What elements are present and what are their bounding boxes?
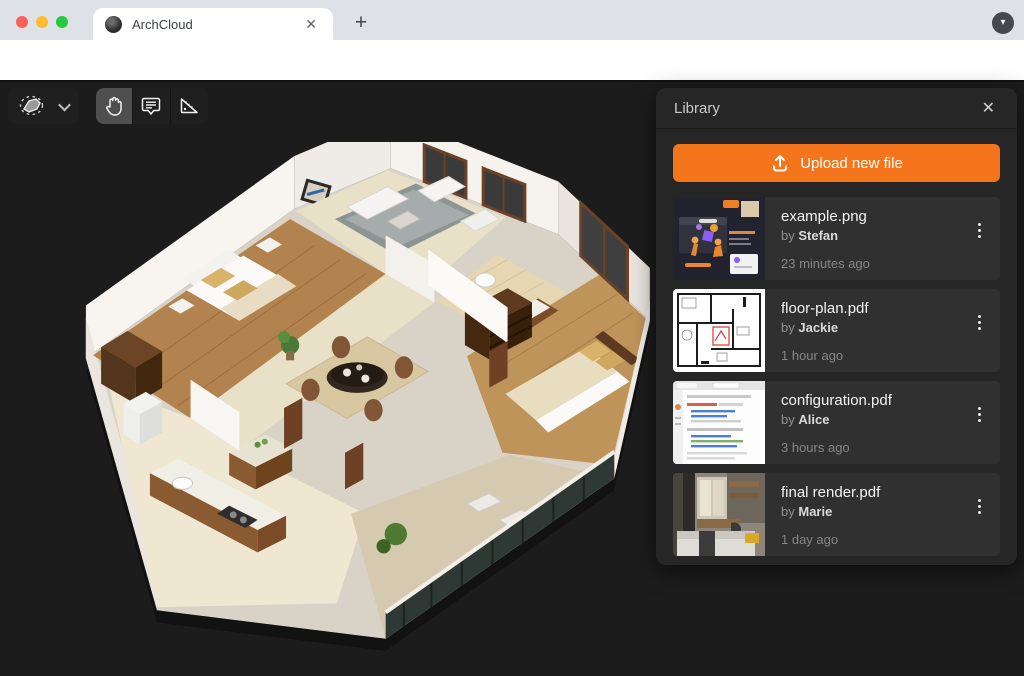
library-panel: Library ✕ Upload new file — [656, 88, 1017, 565]
tab-title: ArchCloud — [132, 17, 301, 32]
file-author: Jackie — [798, 320, 838, 335]
file-name: example.png — [781, 208, 958, 225]
upload-button-label: Upload new file — [800, 155, 903, 172]
file-name: floor-plan.pdf — [781, 300, 958, 317]
by-label: by — [781, 504, 795, 519]
file-timestamp: 3 hours ago — [781, 440, 958, 455]
by-label: by — [781, 320, 795, 335]
browser-tab[interactable]: ArchCloud ✕ — [93, 8, 333, 40]
library-file-row[interactable]: final render.pdf by Marie 1 day ago — [673, 473, 1000, 556]
floor-plan-render — [30, 142, 660, 662]
file-menu-button[interactable] — [958, 289, 1000, 372]
hand-tool-button[interactable] — [96, 88, 133, 124]
file-author: Alice — [798, 412, 829, 427]
browser-tab-strip: ArchCloud ✕ + ▾ — [0, 0, 1024, 40]
tool-selector-button[interactable] — [8, 88, 79, 124]
panel-close-icon[interactable]: ✕ — [978, 96, 999, 120]
tab-close-icon[interactable]: ✕ — [301, 14, 321, 35]
file-name: configuration.pdf — [781, 392, 958, 409]
browser-toolbar: ← → archcloud.app/projects/bGkkIWjtNXhf4… — [0, 40, 1024, 82]
window-zoom-button[interactable] — [56, 16, 68, 28]
comment-icon — [141, 96, 161, 116]
chevron-down-icon — [58, 98, 71, 111]
library-file-row[interactable]: configuration.pdf by Alice 3 hours ago — [673, 381, 1000, 464]
file-timestamp: 1 day ago — [781, 532, 958, 547]
file-timestamp: 1 hour ago — [781, 348, 958, 363]
file-menu-button[interactable] — [958, 473, 1000, 556]
upload-new-file-button[interactable]: Upload new file — [673, 144, 1000, 182]
tab-search-button[interactable]: ▾ — [992, 12, 1014, 34]
file-thumbnail — [673, 381, 765, 464]
file-author: Marie — [798, 504, 832, 519]
file-menu-button[interactable] — [958, 381, 1000, 464]
library-panel-body: Upload new file example.png by Stefan 23… — [656, 129, 1017, 565]
file-name: final render.pdf — [781, 484, 958, 501]
comment-tool-button[interactable] — [133, 88, 170, 124]
by-label: by — [781, 228, 795, 243]
new-tab-button[interactable]: + — [347, 10, 375, 38]
file-author: Stefan — [798, 228, 838, 243]
library-file-row[interactable]: example.png by Stefan 23 minutes ago — [673, 197, 1000, 280]
lasso-select-icon — [16, 93, 46, 119]
window-close-button[interactable] — [16, 16, 28, 28]
by-label: by — [781, 412, 795, 427]
site-favicon — [105, 16, 122, 33]
hand-icon — [104, 95, 124, 117]
ruler-triangle-icon — [178, 96, 200, 116]
library-panel-header: Library ✕ — [656, 88, 1017, 129]
tool-group — [96, 88, 208, 124]
file-thumbnail — [673, 197, 765, 280]
upload-icon — [770, 153, 790, 173]
window-minimize-button[interactable] — [36, 16, 48, 28]
project-canvas[interactable]: Library ✕ Upload new file — [0, 82, 1024, 676]
library-file-row[interactable]: floor-plan.pdf by Jackie 1 hour ago — [673, 289, 1000, 372]
file-list: example.png by Stefan 23 minutes ago flo… — [673, 197, 1000, 556]
file-thumbnail — [673, 289, 765, 372]
file-timestamp: 23 minutes ago — [781, 256, 958, 271]
file-thumbnail — [673, 473, 765, 556]
panel-title: Library — [674, 100, 720, 117]
file-menu-button[interactable] — [958, 197, 1000, 280]
measure-tool-button[interactable] — [171, 88, 208, 124]
